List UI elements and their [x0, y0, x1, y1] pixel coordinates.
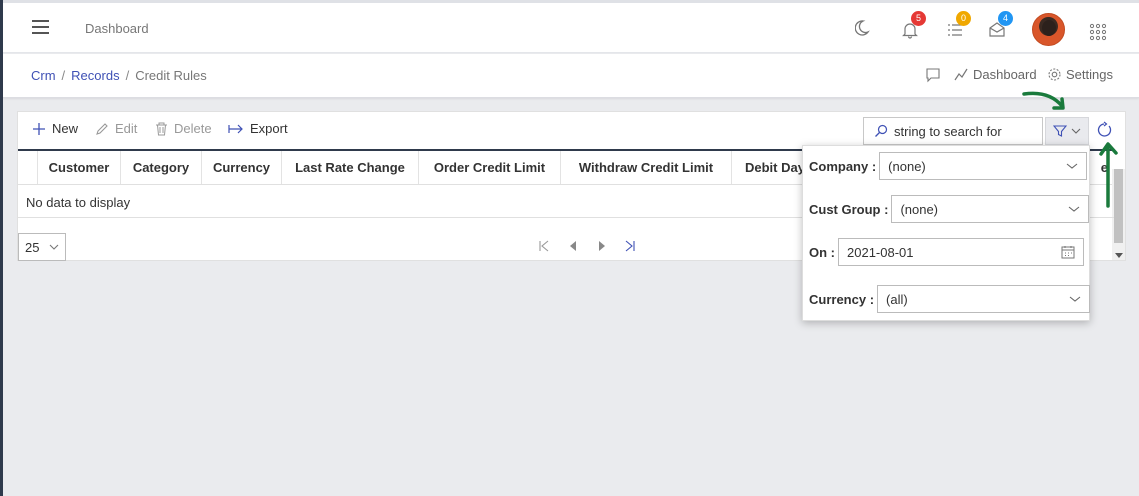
refresh-icon[interactable]: [1095, 121, 1115, 141]
vertical-scrollbar[interactable]: [1112, 169, 1125, 260]
breadcrumb: Crm / Records / Credit Rules: [31, 68, 207, 83]
cust-group-label: Cust Group :: [809, 201, 889, 217]
cust-group-select[interactable]: (none): [891, 195, 1090, 223]
last-page-icon[interactable]: [623, 239, 637, 253]
grid-select-column[interactable]: [18, 151, 37, 184]
filter-icon: [1053, 125, 1067, 137]
messages-badge: 4: [998, 11, 1013, 26]
export-arrow-icon: [228, 124, 243, 133]
column-header[interactable]: Withdraw Credit Limit: [560, 151, 731, 184]
trash-icon: [156, 122, 167, 135]
currency-select[interactable]: (all): [877, 285, 1091, 313]
currency-label: Currency :: [809, 291, 875, 307]
export-button[interactable]: Export: [228, 121, 288, 136]
cust-group-filter-row: Cust Group : (none): [809, 195, 1090, 223]
dashboard-link[interactable]: Dashboard: [954, 67, 1037, 82]
edit-button[interactable]: Edit: [95, 121, 137, 136]
chevron-down-icon: [1066, 163, 1078, 169]
search-input[interactable]: string to search for: [863, 117, 1043, 145]
chevron-down-icon: [1071, 128, 1081, 134]
on-label: On :: [809, 244, 835, 260]
column-header[interactable]: Category: [120, 151, 201, 184]
page-size-select[interactable]: 25: [18, 233, 66, 261]
empty-grid-message: No data to display: [26, 195, 131, 210]
filter-dropdown-button[interactable]: [1045, 117, 1089, 145]
currency-filter-row: Currency : (all): [809, 285, 1091, 313]
company-filter-row: Company : (none): [809, 152, 1088, 180]
company-label: Company :: [809, 158, 877, 174]
bell-icon[interactable]: 5: [901, 11, 926, 41]
gear-icon: [1048, 68, 1061, 81]
task-list-icon[interactable]: 0: [946, 11, 971, 41]
apps-grid-icon[interactable]: [1089, 23, 1113, 47]
tasks-badge: 0: [956, 11, 971, 26]
column-header[interactable]: Last Rate Change: [281, 151, 418, 184]
chevron-down-icon: [1069, 296, 1081, 302]
settings-link[interactable]: Settings: [1047, 67, 1113, 82]
mail-icon[interactable]: 4: [988, 11, 1013, 41]
menu-icon[interactable]: [32, 20, 49, 34]
search-icon: [875, 124, 888, 137]
first-page-icon[interactable]: [537, 239, 551, 253]
page-title: Dashboard: [85, 21, 149, 36]
breadcrumb-bar: Crm / Records / Credit Rules Dashboard Setti…: [3, 54, 1139, 98]
company-select[interactable]: (none): [879, 152, 1088, 180]
dark-mode-moon-icon[interactable]: [854, 17, 879, 41]
breadcrumb-crm[interactable]: Crm: [31, 68, 56, 83]
chevron-down-icon: [49, 244, 59, 250]
pencil-icon: [96, 122, 108, 135]
new-button[interactable]: New: [32, 121, 78, 136]
calendar-icon: [1061, 246, 1075, 259]
plus-icon: [33, 122, 45, 135]
notification-badge: 5: [911, 11, 926, 26]
column-header[interactable]: Customer: [37, 151, 120, 184]
date-filter-row: On : 2021-08-01: [809, 238, 1084, 266]
scroll-down-arrow-icon[interactable]: [1115, 253, 1123, 258]
filter-dropdown-panel: Company : (none) Cust Group : (none) On …: [802, 145, 1091, 321]
date-input[interactable]: 2021-08-01: [838, 238, 1084, 266]
column-header[interactable]: Order Credit Limit: [418, 151, 560, 184]
user-avatar[interactable]: [1032, 13, 1065, 46]
chevron-down-icon: [1069, 206, 1080, 212]
comment-icon[interactable]: [925, 67, 941, 83]
previous-page-icon[interactable]: [566, 239, 580, 253]
grid-toolbar: New Edit Delete Export string to search …: [18, 112, 1125, 148]
scrollbar-thumb[interactable]: [1114, 169, 1123, 243]
delete-button[interactable]: Delete: [155, 121, 212, 136]
breadcrumb-records[interactable]: Records: [71, 68, 119, 83]
next-page-icon[interactable]: [595, 239, 609, 253]
breadcrumb-current: Credit Rules: [135, 68, 207, 83]
top-bar: Dashboard 5 0 4: [3, 0, 1139, 53]
chart-line-icon: [954, 68, 968, 81]
column-header[interactable]: Currency: [201, 151, 281, 184]
